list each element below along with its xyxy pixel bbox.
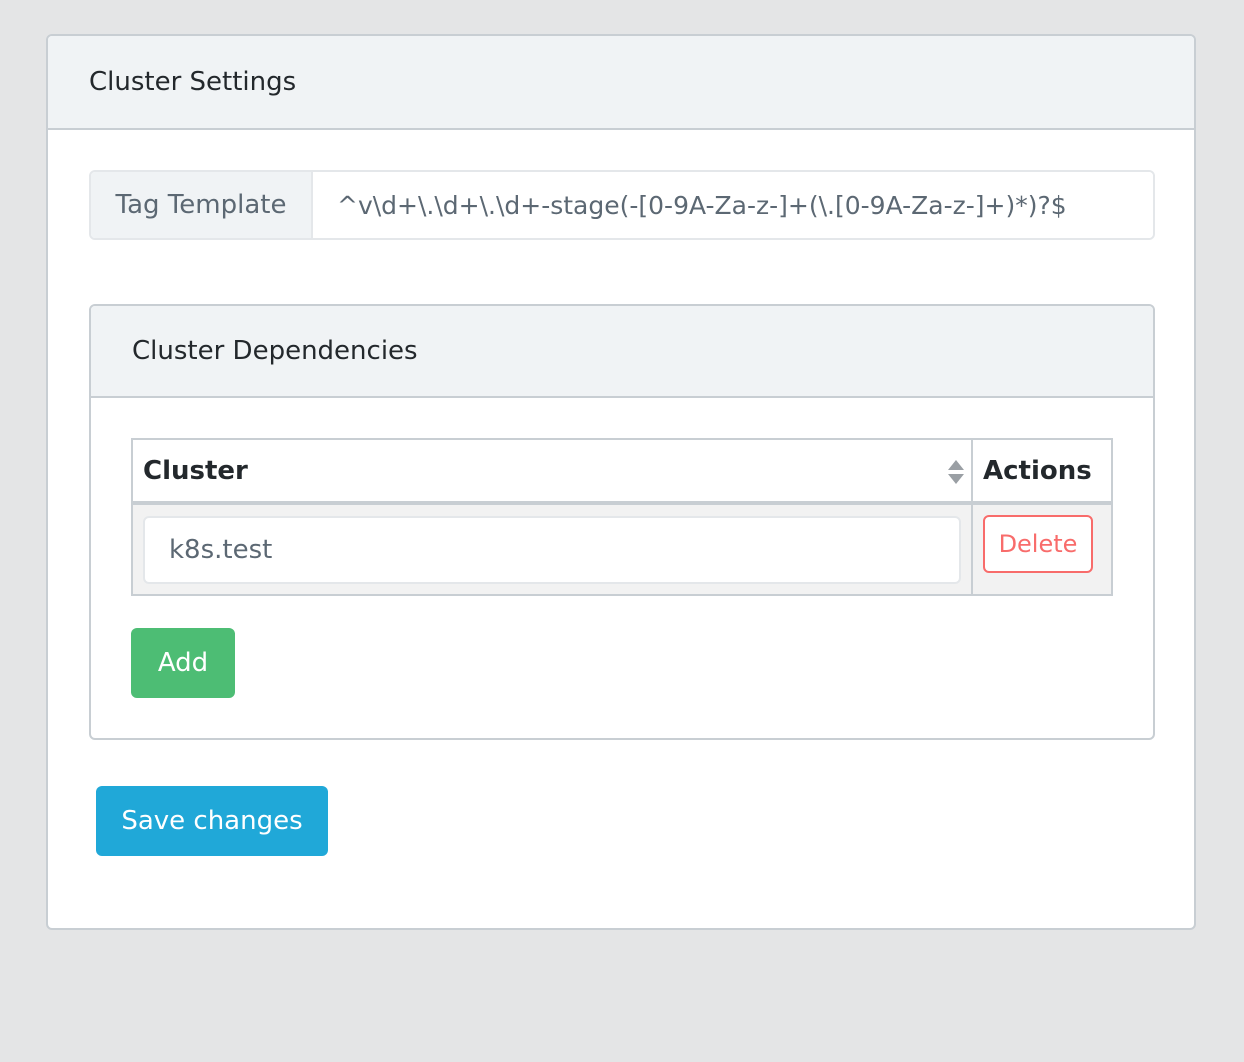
- dependencies-title: Cluster Dependencies: [132, 336, 418, 366]
- tag-template-input[interactable]: [313, 172, 1153, 238]
- table-row: Delete: [131, 502, 1113, 596]
- sort-icon[interactable]: [947, 458, 965, 486]
- dependencies-table: Cluster Actions k8s.test Delete: [131, 438, 1113, 596]
- card-header: Cluster Settings: [48, 36, 1194, 130]
- tag-template-group: Tag Template: [89, 170, 1155, 240]
- column-header-actions: Actions: [971, 438, 1113, 505]
- cluster-input[interactable]: [143, 515, 961, 584]
- cluster-cell: [131, 502, 973, 596]
- table-header-row: Cluster Actions: [131, 438, 1113, 505]
- actions-cell: Delete: [971, 502, 1113, 596]
- delete-button[interactable]: Delete: [983, 515, 1093, 573]
- save-changes-button[interactable]: Save changes: [96, 786, 328, 856]
- column-header-cluster-label: Cluster: [143, 455, 248, 486]
- column-header-cluster[interactable]: Cluster: [131, 438, 973, 505]
- cluster-dependencies-card: Cluster Dependencies Cluster Actions k8s…: [89, 304, 1155, 740]
- dependencies-header: Cluster Dependencies: [91, 306, 1153, 398]
- cluster-settings-card: Cluster Settings Tag Template Cluster De…: [46, 34, 1196, 930]
- tag-template-label: Tag Template: [91, 172, 313, 238]
- card-title: Cluster Settings: [89, 67, 297, 97]
- add-button[interactable]: Add: [131, 628, 235, 698]
